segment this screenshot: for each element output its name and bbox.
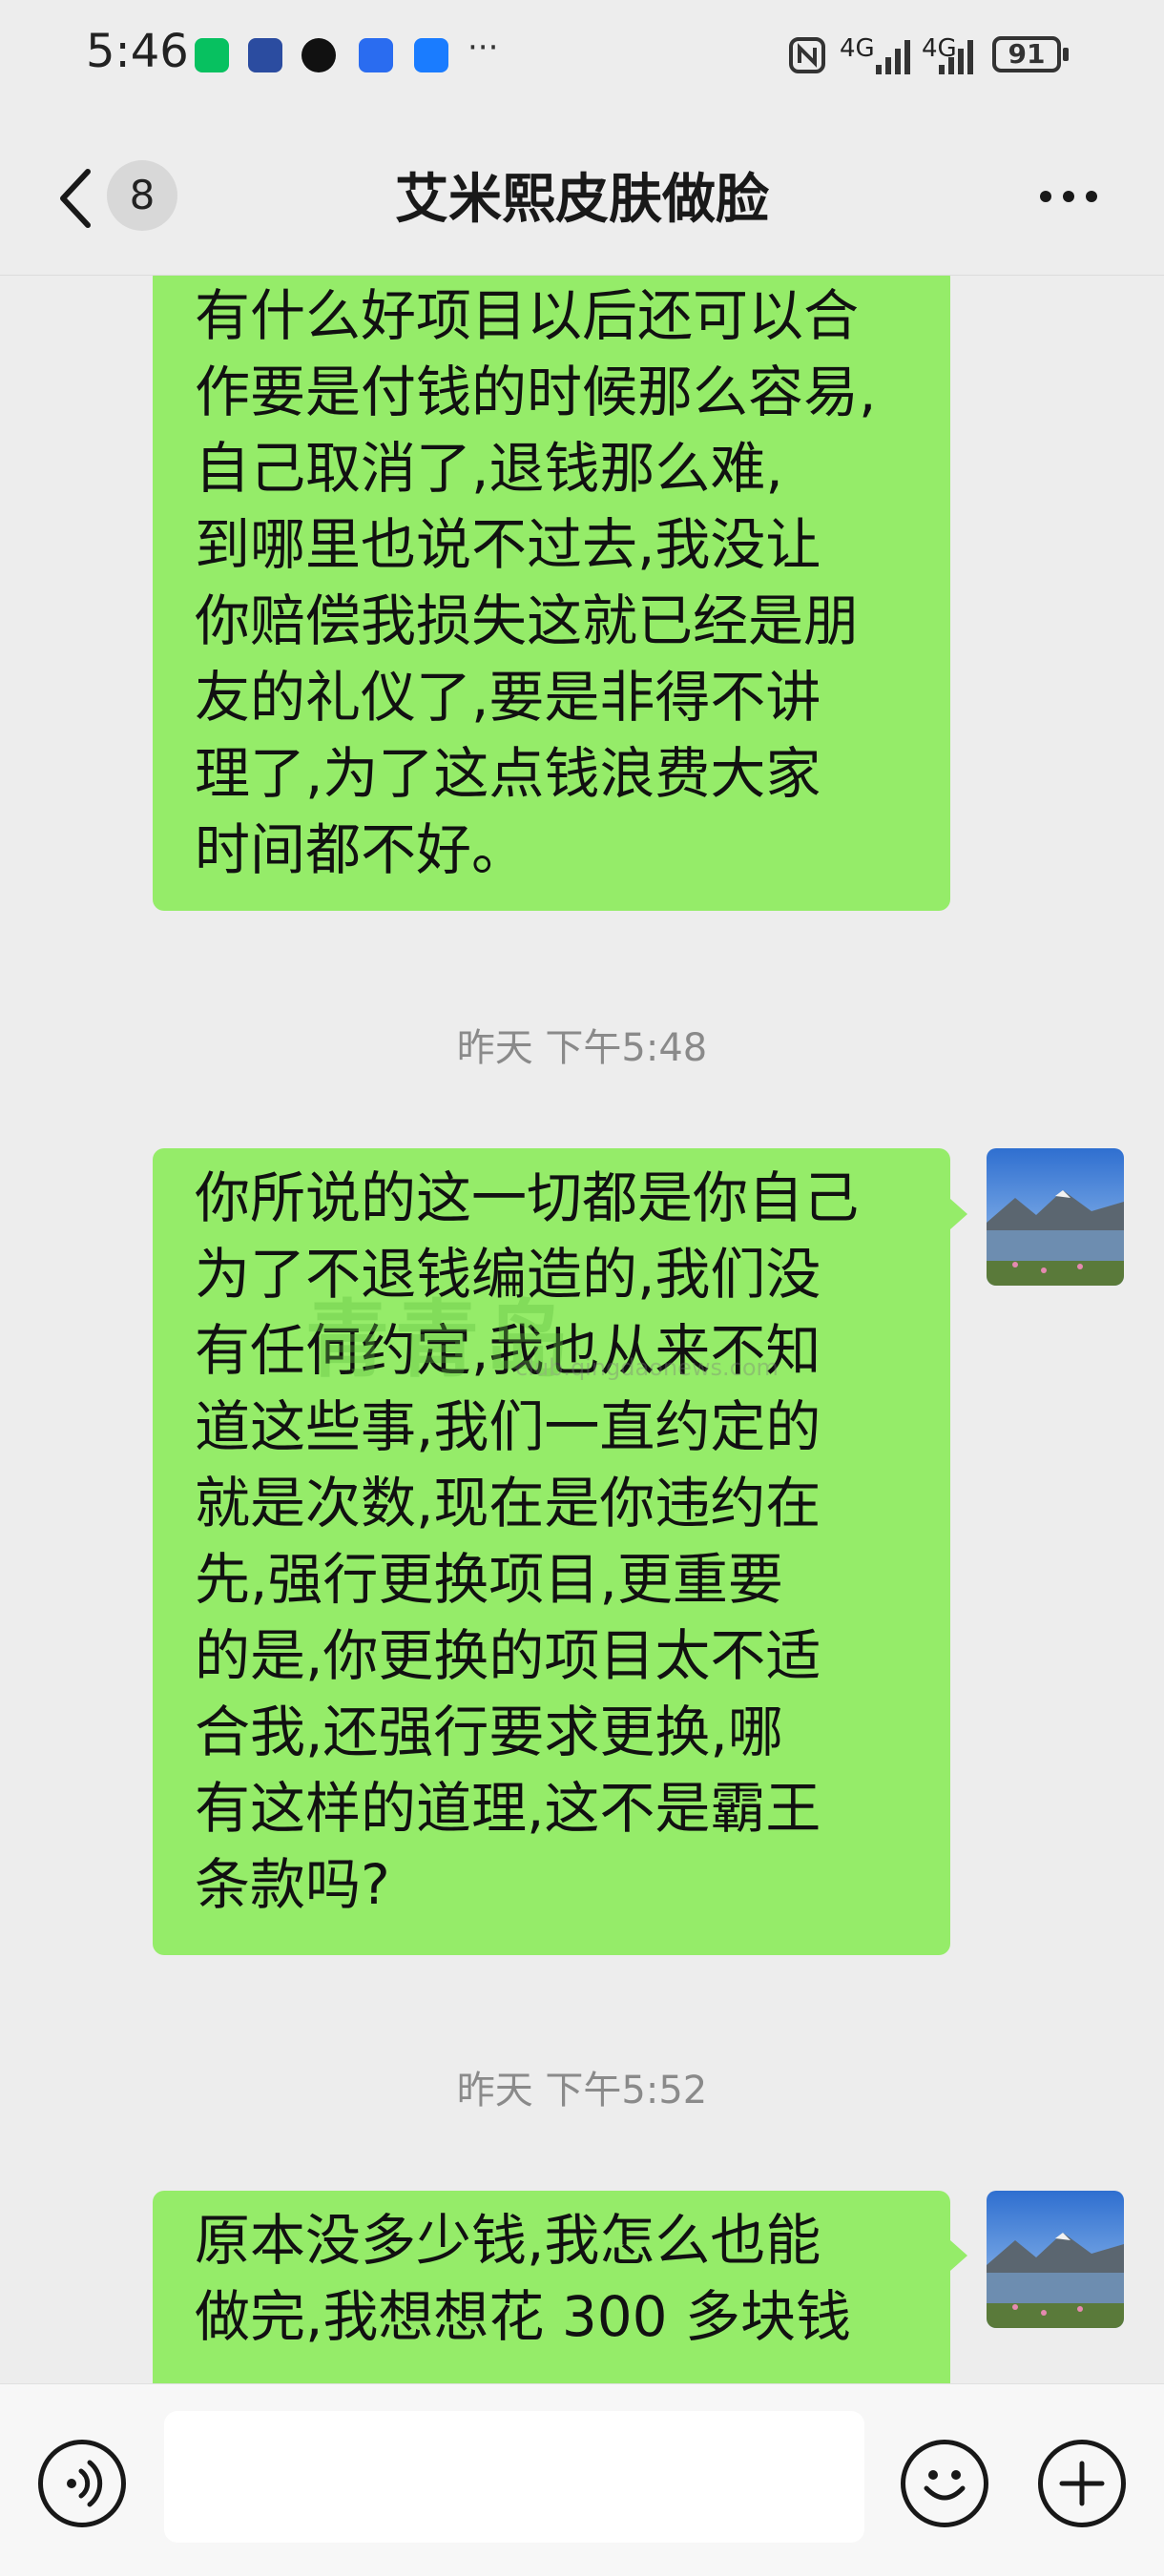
battery-icon: 91 [992,36,1061,72]
message-timestamp: 昨天 下午5:52 [456,2069,708,2112]
more-functions-button[interactable] [1038,2440,1126,2527]
emoji-button[interactable] [901,2440,988,2527]
status-bar: 5:46 ··· 4G 4G 91 [0,0,1164,114]
message-timestamp: 昨天 下午5:48 [456,1026,708,1070]
signal-icon-1 [876,40,910,74]
battery-tip [1063,48,1069,61]
nfc-icon [789,37,825,73]
network-type-1: 4G [840,34,875,63]
1688-icon [248,38,282,72]
bubble-tail [950,2240,967,2271]
more-notifications-icon: ··· [468,29,499,67]
qq-icon [301,38,336,72]
status-time: 5:46 [86,25,189,78]
chat-header: 8 艾米熙皮肤做脸 [0,114,1164,276]
signal-icon-2 [939,40,973,74]
message-input[interactable] [164,2411,864,2543]
message-bubble[interactable]: 原本没多少钱,我怎么也能 做完,我想想花 300 多块钱 [153,2191,950,2383]
plus-icon [1059,2461,1105,2506]
voice-icon [67,2460,103,2507]
input-bar [0,2383,1164,2576]
avatar[interactable] [987,1148,1124,1286]
emoji-icon [924,2470,966,2501]
bubble-tail [950,1199,967,1229]
message-bubble[interactable]: 你所说的这一切都是你自己 为了不退钱编造的,我们没 有任何约定,我也从来不知 道… [153,1148,950,1955]
avatar-landscape-image [987,2191,1124,2328]
message-list[interactable]: 有什么好项目以后还可以合 作要是付钱的时候那么容易, 自己取消了,退钱那么难, … [0,276,1164,2383]
voice-input-button[interactable] [38,2440,126,2527]
voice-app-icon [359,38,393,72]
blue-app-icon [414,38,448,72]
avatar[interactable] [987,2191,1124,2328]
more-options-icon[interactable] [1030,168,1107,225]
avatar-landscape-image [987,1148,1124,1286]
chat-title: 艾米熙皮肤做脸 [395,169,769,231]
wechat-icon [195,38,229,72]
message-bubble[interactable]: 有什么好项目以后还可以合 作要是付钱的时候那么容易, 自己取消了,退钱那么难, … [153,276,950,911]
